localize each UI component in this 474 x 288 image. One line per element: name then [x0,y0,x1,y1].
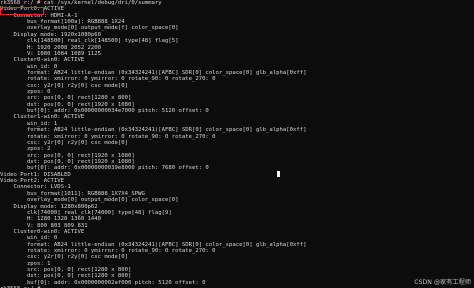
terminal-output: rk3568_r:/ # cat /sys/kernel/debug/dri/0… [0,0,306,288]
terminal-window[interactable]: rk3568_r:/ # cat /sys/kernel/debug/dri/0… [0,0,474,288]
watermark: CSDN @家有工程师 [414,279,471,286]
text-cursor [277,171,280,177]
terminal-line: format: AB24 little-endian (0x34324241)[… [0,127,307,134]
highlight-box [0,7,44,15]
